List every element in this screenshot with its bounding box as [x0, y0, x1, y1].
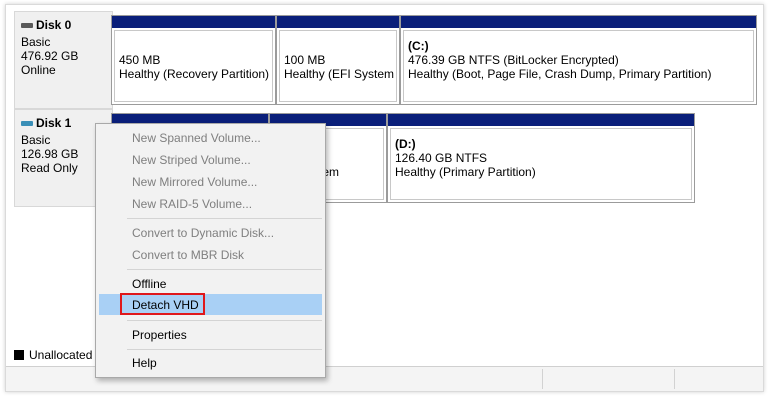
hard-drive-icon: [21, 22, 33, 28]
context-menu: New Spanned Volume... New Striped Volume…: [95, 123, 326, 378]
annotation-box: [120, 293, 205, 315]
partition-bar: [401, 16, 756, 28]
disk-1-size: 126.98 GB: [21, 147, 79, 161]
hard-drive-icon: [21, 120, 33, 126]
disk-0-name: Disk 0: [21, 18, 71, 32]
partition-bar: [277, 16, 399, 28]
menu-separator: [127, 349, 322, 350]
disk-1-partition-d[interactable]: (D:) 126.40 GB NTFS Healthy (Primary Par…: [387, 113, 695, 203]
disk-0-size: 476.92 GB: [21, 49, 79, 63]
disk-0-partition-recovery[interactable]: 450 MB Healthy (Recovery Partition): [111, 15, 276, 105]
disk-0-partition-c[interactable]: (C:) 476.39 GB NTFS (BitLocker Encrypted…: [400, 15, 757, 105]
legend: Unallocated: [14, 348, 101, 362]
partition-bar: [388, 114, 694, 126]
unallocated-swatch: [14, 350, 24, 360]
disk-1-name: Disk 1: [21, 116, 71, 130]
partition-bar: [112, 16, 275, 28]
disk-1-status: Read Only: [21, 161, 78, 175]
legend-unallocated: Unallocated: [29, 348, 93, 362]
menu-new-spanned-volume[interactable]: New Spanned Volume...: [132, 131, 261, 145]
disk-0-partition-efi[interactable]: 100 MB Healthy (EFI System P: [276, 15, 400, 105]
menu-help[interactable]: Help: [132, 356, 157, 370]
menu-convert-mbr[interactable]: Convert to MBR Disk: [132, 248, 244, 262]
disk-1-type: Basic: [21, 133, 51, 147]
menu-properties[interactable]: Properties: [132, 328, 187, 342]
menu-separator: [127, 269, 322, 270]
disk-0-status: Online: [21, 63, 56, 77]
menu-separator: [127, 218, 322, 219]
menu-new-striped-volume[interactable]: New Striped Volume...: [132, 153, 251, 167]
menu-new-mirrored-volume[interactable]: New Mirrored Volume...: [132, 175, 257, 189]
menu-convert-dynamic[interactable]: Convert to Dynamic Disk...: [132, 226, 274, 240]
disk-0-type: Basic: [21, 35, 51, 49]
menu-separator: [127, 320, 322, 321]
disk-0-info[interactable]: Disk 0 Basic 476.92 GB Online: [14, 11, 113, 109]
menu-offline[interactable]: Offline: [132, 277, 166, 291]
menu-new-raid5-volume[interactable]: New RAID-5 Volume...: [132, 197, 252, 211]
